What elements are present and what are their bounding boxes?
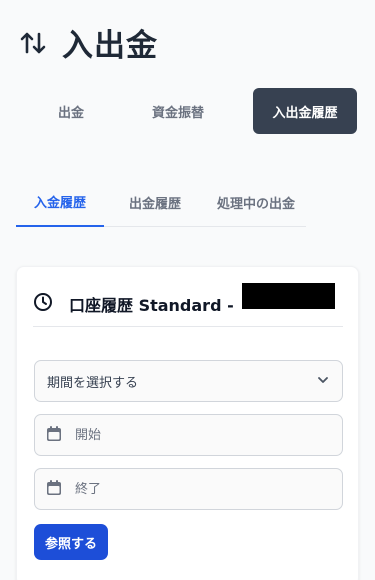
start-date-field[interactable] (34, 414, 343, 456)
subtab-withdrawal-history[interactable]: 出金履歴 (111, 177, 199, 227)
tab-transaction-history[interactable]: 入出金履歴 (253, 88, 357, 134)
redacted-block (242, 283, 335, 309)
subtab-deposit-history[interactable]: 入金履歴 (16, 177, 104, 227)
clock-icon (33, 292, 53, 316)
period-select-value: 期間を選択する (47, 375, 139, 391)
card-title: 口座履歴 Standard - (69, 296, 234, 315)
start-date-input[interactable] (75, 427, 295, 443)
account-history-card: 口座履歴 Standard - 期間を選択する 開始 終了 参照する (16, 266, 359, 580)
chevron-down-icon (316, 372, 330, 391)
top-tabs: 出金 資金振替 入出金履歴 (0, 88, 375, 134)
calendar-icon (47, 479, 61, 499)
divider (33, 326, 343, 327)
submit-button[interactable]: 参照する (34, 524, 108, 560)
tab-withdraw[interactable]: 出金 (31, 88, 111, 134)
arrow-up-down-icon (18, 28, 48, 58)
page-title: 入出金 (62, 28, 158, 64)
end-date-field[interactable] (34, 468, 343, 510)
sub-tabs: 入金履歴 出金履歴 処理中の出金 (16, 177, 306, 227)
calendar-icon (47, 425, 61, 445)
page-header: 入出金 (18, 20, 158, 65)
tab-fund-transfer[interactable]: 資金振替 (126, 88, 230, 134)
page: 入出金 出金 資金振替 入出金履歴 入金履歴 出金履歴 処理中の出金 口座履歴 … (0, 0, 375, 580)
end-date-input[interactable] (75, 481, 295, 497)
subtab-pending-withdrawals[interactable]: 処理中の出金 (206, 177, 306, 227)
period-select[interactable]: 期間を選択する (34, 360, 343, 402)
